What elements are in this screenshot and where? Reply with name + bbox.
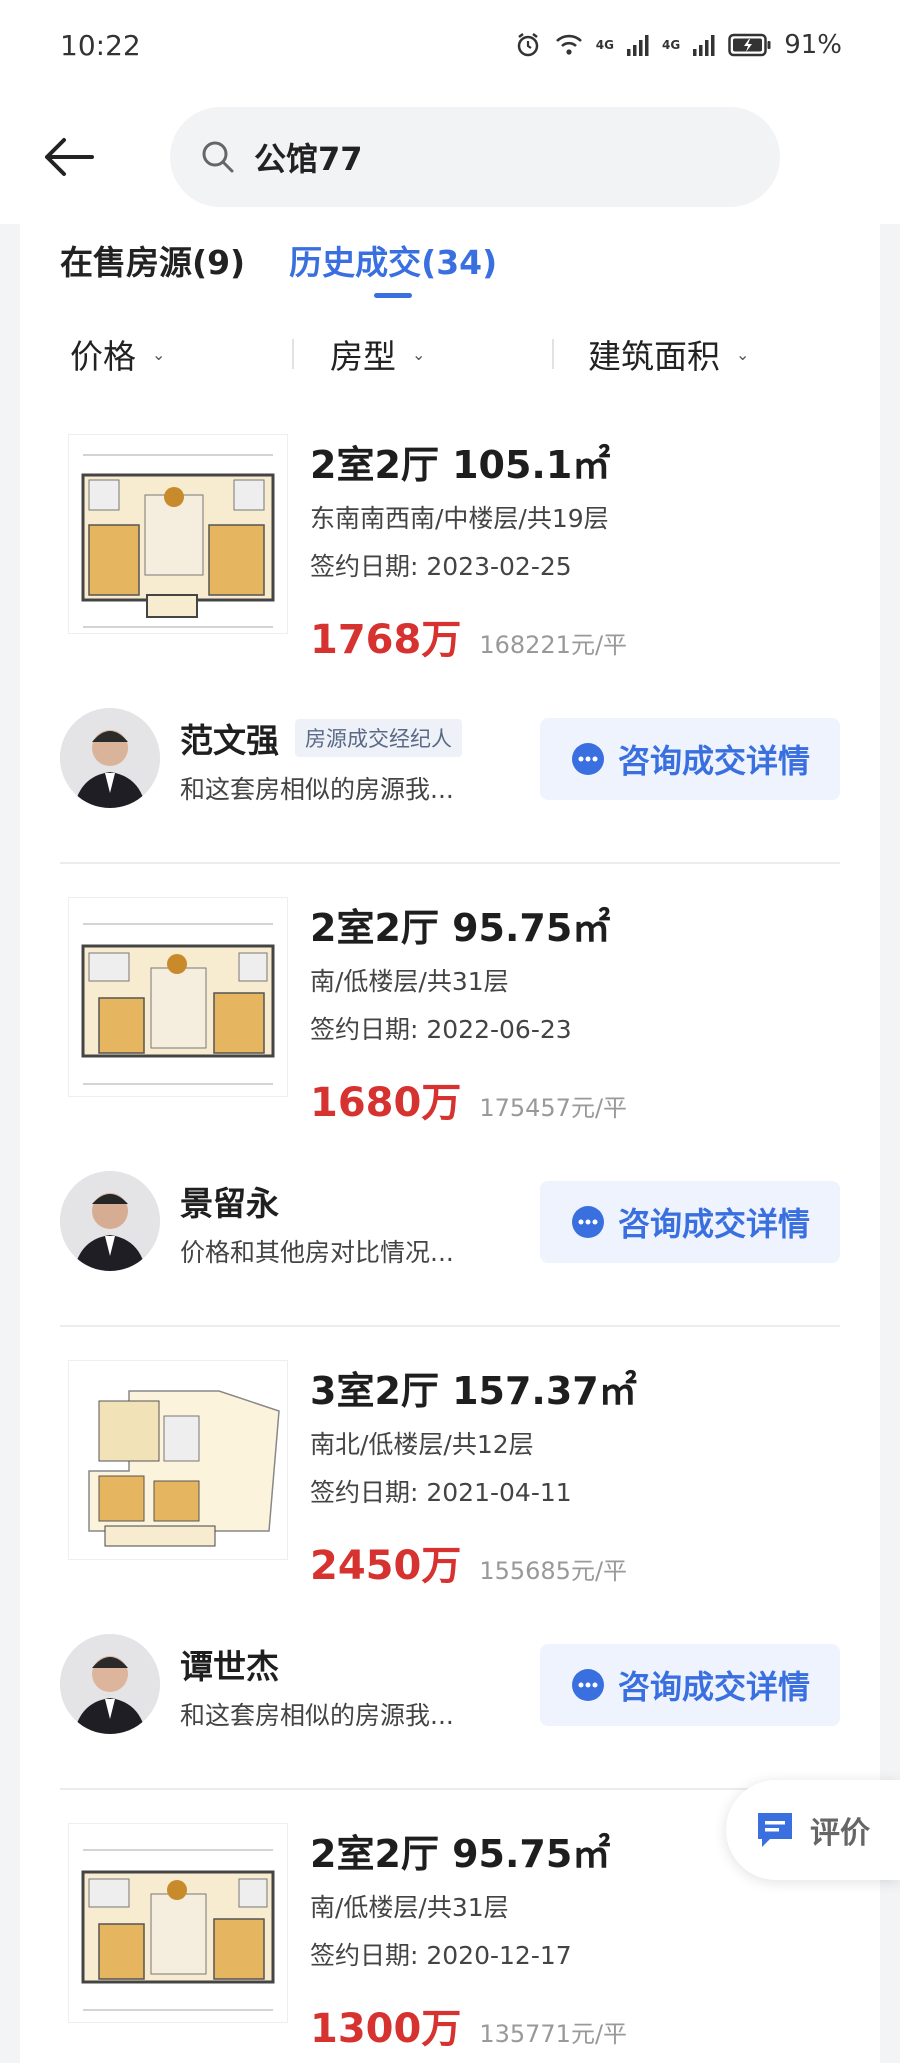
consult-button[interactable]: 咨询成交详情 bbox=[540, 718, 840, 800]
listing-sign-date: 签约日期: 2023-02-25 bbox=[310, 552, 572, 581]
agent-name-line: 范文强 房源成交经纪人 bbox=[180, 714, 462, 762]
avatar[interactable] bbox=[60, 1171, 160, 1271]
floorplan-image bbox=[68, 1823, 288, 2023]
listing-item[interactable]: 3室2厅 157.37㎡ 南北/低楼层/共12层 签约日期: 2021-04-1… bbox=[20, 1360, 880, 1600]
listing-unit-price: 175457元/平 bbox=[479, 1094, 628, 1122]
search-icon bbox=[202, 141, 234, 173]
chat-icon bbox=[571, 743, 604, 775]
chat-icon bbox=[571, 1206, 604, 1238]
search-query: 公馆77 bbox=[254, 140, 363, 178]
comment-icon bbox=[758, 1813, 792, 1847]
listing-unit-price: 135771元/平 bbox=[479, 2020, 628, 2048]
filter-label: 建筑面积 bbox=[588, 337, 720, 376]
filter-layout[interactable]: 房型 ⌄ bbox=[330, 330, 425, 378]
divider bbox=[60, 1788, 840, 1790]
listing-info: 2室2厅 95.75㎡ 南/低楼层/共31层 签约日期: 2020-12-17 … bbox=[310, 1823, 627, 2054]
tab-for-sale[interactable]: 在售房源(9) bbox=[60, 236, 245, 302]
avatar[interactable] bbox=[60, 708, 160, 808]
listing-unit-price: 155685元/平 bbox=[479, 1557, 628, 1585]
listing-sign-date: 签约日期: 2020-12-17 bbox=[310, 1941, 572, 1970]
search-input[interactable]: 公馆77 bbox=[170, 107, 780, 207]
filter-bar: 价格 ⌄ 房型 ⌄ 建筑面积 ⌄ bbox=[20, 324, 880, 384]
filter-label: 房型 bbox=[330, 337, 396, 376]
agent-row: 景留永 价格和其他房对比情况... 咨询成交详情 bbox=[20, 1171, 880, 1281]
battery-percent: 91% bbox=[784, 30, 842, 60]
chevron-down-icon: ⌄ bbox=[152, 344, 166, 364]
agent-name: 范文强 bbox=[180, 721, 279, 760]
listing-title: 2室2厅 105.1㎡ bbox=[310, 443, 611, 487]
listing-item[interactable]: 2室2厅 95.75㎡ 南/低楼层/共31层 签约日期: 2022-06-23 … bbox=[20, 897, 880, 1137]
price-row: 2450万 155685元/平 bbox=[310, 1533, 637, 1591]
price-row: 1680万 175457元/平 bbox=[310, 1070, 627, 1128]
listing-orientation: 南/低楼层/共31层 bbox=[310, 1893, 509, 1922]
listing-sign-date: 签约日期: 2022-06-23 bbox=[310, 1015, 572, 1044]
alarm-icon bbox=[514, 31, 542, 59]
agent-name: 景留永 bbox=[180, 1184, 279, 1223]
listing-info: 2室2厅 105.1㎡ 东南南西南/中楼层/共19层 签约日期: 2023-02… bbox=[310, 434, 627, 665]
status-icons: 4G 4G 91% bbox=[514, 30, 842, 60]
network-label-b: 4G bbox=[662, 38, 681, 52]
floorplan-image bbox=[68, 1360, 288, 1560]
listing-sign-date: 签约日期: 2021-04-11 bbox=[310, 1478, 572, 1507]
evaluate-button[interactable]: 评价 bbox=[726, 1780, 900, 1880]
agent-message: 价格和其他房对比情况... bbox=[180, 1238, 454, 1267]
tab-bar: 在售房源(9) 历史成交(34) bbox=[60, 236, 497, 302]
listing-info: 3室2厅 157.37㎡ 南北/低楼层/共12层 签约日期: 2021-04-1… bbox=[310, 1360, 637, 1591]
listing-unit-price: 168221元/平 bbox=[479, 631, 628, 659]
listing-info: 2室2厅 95.75㎡ 南/低楼层/共31层 签约日期: 2022-06-23 … bbox=[310, 897, 627, 1128]
arrow-left-icon bbox=[45, 138, 94, 176]
floorplan-image bbox=[68, 434, 288, 634]
divider bbox=[60, 862, 840, 864]
listing-item[interactable]: 2室2厅 105.1㎡ 东南南西南/中楼层/共19层 签约日期: 2023-02… bbox=[20, 434, 880, 674]
status-bar: 10:22 4G 4G 91% bbox=[0, 0, 900, 90]
filter-label: 价格 bbox=[70, 337, 136, 376]
status-time: 10:22 bbox=[60, 28, 141, 62]
signal-icon bbox=[692, 33, 716, 57]
network-label-a: 4G bbox=[595, 38, 614, 52]
filter-divider bbox=[292, 339, 294, 369]
divider bbox=[60, 1325, 840, 1327]
filter-area[interactable]: 建筑面积 ⌄ bbox=[588, 330, 749, 378]
listing-title: 2室2厅 95.75㎡ bbox=[310, 1832, 611, 1876]
listing-orientation: 东南南西南/中楼层/共19层 bbox=[310, 504, 609, 533]
agent-message: 和这套房相似的房源我... bbox=[180, 1701, 454, 1730]
floorplan-image bbox=[68, 897, 288, 1097]
chevron-down-icon: ⌄ bbox=[412, 344, 426, 364]
consult-button[interactable]: 咨询成交详情 bbox=[540, 1181, 840, 1263]
listing-price: 1300万 bbox=[310, 2006, 462, 2052]
evaluate-label: 评价 bbox=[810, 1816, 870, 1851]
avatar[interactable] bbox=[60, 1634, 160, 1734]
agent-name: 谭世杰 bbox=[180, 1647, 279, 1686]
agent-name-line: 谭世杰 bbox=[180, 1640, 279, 1688]
agent-row: 范文强 房源成交经纪人 和这套房相似的房源我... 咨询成交详情 bbox=[20, 708, 880, 818]
agent-row: 谭世杰 和这套房相似的房源我... 咨询成交详情 bbox=[20, 1634, 880, 1744]
listing-title: 2室2厅 95.75㎡ bbox=[310, 906, 611, 950]
listing-price: 2450万 bbox=[310, 1543, 462, 1589]
listing-orientation: 南北/低楼层/共12层 bbox=[310, 1430, 534, 1459]
price-row: 1300万 135771元/平 bbox=[310, 1996, 627, 2054]
consult-label: 咨询成交详情 bbox=[617, 1205, 810, 1243]
filter-divider bbox=[552, 339, 554, 369]
agent-name-line: 景留永 bbox=[180, 1177, 279, 1225]
consult-button[interactable]: 咨询成交详情 bbox=[540, 1644, 840, 1726]
consult-label: 咨询成交详情 bbox=[617, 742, 810, 780]
agent-message: 和这套房相似的房源我... bbox=[180, 775, 454, 804]
back-button[interactable] bbox=[40, 129, 96, 185]
chevron-down-icon: ⌄ bbox=[736, 344, 750, 364]
listing-price: 1768万 bbox=[310, 617, 462, 663]
listing-orientation: 南/低楼层/共31层 bbox=[310, 967, 509, 996]
tab-history[interactable]: 历史成交(34) bbox=[289, 236, 497, 302]
listing-title: 3室2厅 157.37㎡ bbox=[310, 1369, 637, 1413]
price-row: 1768万 168221元/平 bbox=[310, 607, 627, 665]
wifi-icon bbox=[554, 32, 584, 58]
consult-label: 咨询成交详情 bbox=[617, 1668, 810, 1706]
battery-icon bbox=[728, 33, 772, 57]
filter-price[interactable]: 价格 ⌄ bbox=[70, 330, 165, 378]
listing-price: 1680万 bbox=[310, 1080, 462, 1126]
chat-icon bbox=[571, 1669, 604, 1701]
signal-icon bbox=[626, 33, 650, 57]
search-header: 公馆77 bbox=[0, 90, 900, 224]
agent-badge: 房源成交经纪人 bbox=[295, 719, 462, 757]
